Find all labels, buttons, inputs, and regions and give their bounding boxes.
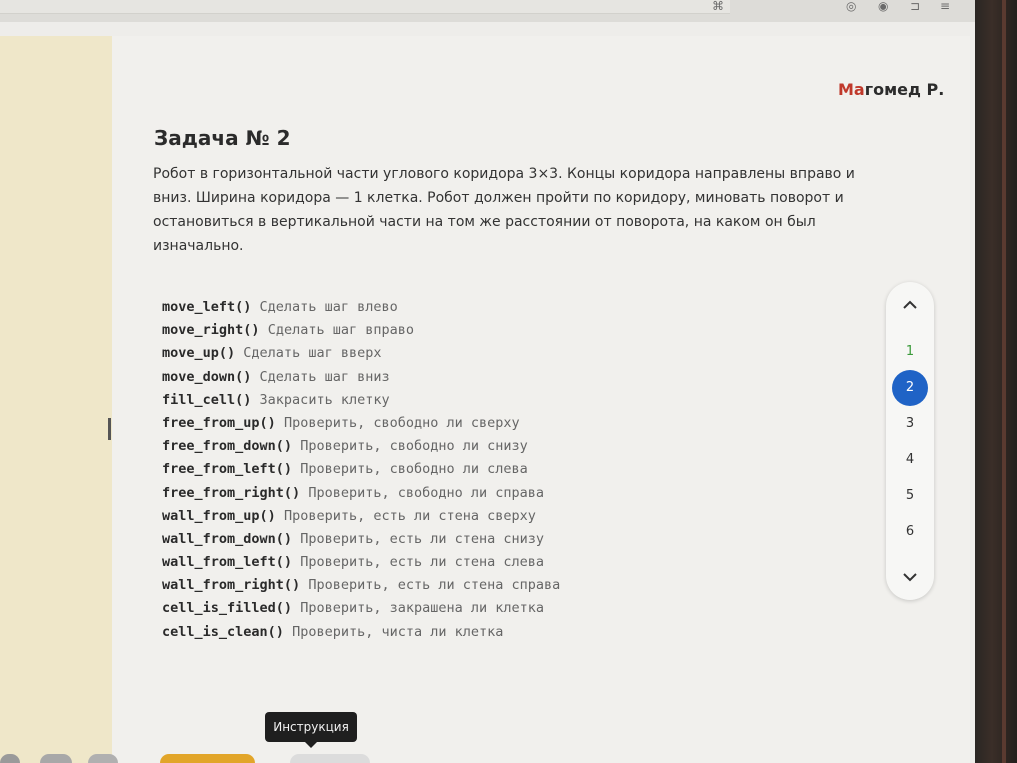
command-row: free_from_up() Проверить, свободно ли св… [162, 412, 560, 435]
bookmark-icon[interactable]: ⌘ [712, 0, 724, 12]
command-description: Проверить, чиста ли клетка [292, 623, 504, 640]
device-bezel [975, 0, 1017, 763]
command-list: move_left() Сделать шаг влево move_right(… [162, 296, 560, 644]
command-description: Проверить, свободно ли справа [308, 484, 545, 501]
command-row: free_from_left() Проверить, свободно ли … [162, 458, 560, 481]
command-description: Сделать шаг влево [259, 299, 398, 315]
command-name: free_from_down() [162, 438, 293, 455]
task-description: Робот в горизонтальной части углового ко… [153, 166, 855, 254]
command-row: move_up() Сделать шаг вверх [162, 342, 560, 365]
command-description: Сделать шаг вверх [243, 345, 382, 362]
command-row: move_left() Сделать шаг влево [162, 296, 560, 319]
command-description: Проверить, есть ли стена снизу [300, 530, 545, 547]
address-bar[interactable] [0, 0, 730, 14]
task-title: Задача № 2 [154, 126, 291, 150]
command-name: move_right() [162, 322, 260, 339]
command-name: wall_from_left() [162, 554, 293, 571]
command-description: Проверить, свободно ли снизу [300, 438, 528, 455]
user-name[interactable]: Магомед Р. [838, 80, 944, 99]
command-description: Проверить, есть ли стена справа [308, 577, 561, 594]
browser-toolbar: ⌘ ◎ ◉ ⊐ ≡ [0, 0, 975, 22]
command-name: cell_is_clean() [162, 623, 284, 640]
command-name: wall_from_down() [162, 530, 293, 547]
command-description: Проверить, свободно ли сверху [283, 414, 520, 431]
command-row: free_from_down() Проверить, свободно ли … [162, 435, 560, 458]
command-row: wall_from_up() Проверить, есть ли стена … [162, 505, 560, 528]
command-description: Проверить, есть ли стена сверху [283, 507, 536, 524]
command-name: move_down() [162, 368, 252, 385]
sidebar-icon[interactable]: ⊐ [910, 0, 920, 12]
command-description: Сделать шаг вниз [259, 368, 390, 385]
pager-item-6[interactable]: 6 [892, 514, 928, 550]
command-name: move_up() [162, 345, 236, 362]
run-button[interactable] [160, 754, 255, 763]
chevron-up-icon[interactable] [886, 290, 934, 320]
command-description: Проверить, закрашена ли клетка [300, 600, 545, 617]
command-row: cell_is_filled() Проверить, закрашена ли… [162, 597, 560, 620]
command-name: free_from_up() [162, 414, 276, 431]
command-name: free_from_left() [162, 461, 293, 478]
command-description: Сделать шаг вправо [267, 322, 414, 339]
command-row: free_from_right() Проверить, свободно ли… [162, 482, 560, 505]
command-row: fill_cell() Закрасить клетку [162, 389, 560, 412]
pager-item-5[interactable]: 5 [892, 478, 928, 514]
pager-item-4[interactable]: 4 [892, 442, 928, 478]
shield-icon[interactable]: ◎ [846, 0, 856, 12]
command-row: wall_from_down() Проверить, есть ли стен… [162, 528, 560, 551]
command-description: Проверить, есть ли стена слева [300, 554, 545, 571]
command-name: cell_is_filled() [162, 600, 293, 617]
panel-resize-handle[interactable] [108, 418, 111, 440]
command-row: cell_is_clean() Проверить, чиста ли клет… [162, 621, 560, 644]
pager-item-2[interactable]: 2 [892, 370, 928, 406]
screen: ⌘ ◎ ◉ ⊐ ≡ Магомед Р. Задача № 2 Робот в … [0, 0, 975, 763]
command-name: wall_from_up() [162, 507, 276, 524]
pager-item-1[interactable]: 1 [892, 334, 928, 370]
command-row: wall_from_left() Проверить, есть ли стен… [162, 551, 560, 574]
pager-item-3[interactable]: 3 [892, 406, 928, 442]
bottom-toolbar-edge [0, 754, 975, 763]
instruction-tooltip: Инструкция [265, 712, 357, 748]
command-description: Проверить, свободно ли слева [300, 461, 528, 478]
left-panel [0, 36, 112, 763]
command-description: Закрасить клетку [259, 391, 390, 408]
command-row: move_right() Сделать шаг вправо [162, 319, 560, 342]
command-row: move_down() Сделать шаг вниз [162, 366, 560, 389]
menu-icon[interactable]: ≡ [940, 0, 950, 12]
command-name: fill_cell() [162, 391, 252, 408]
instruction-button[interactable] [290, 754, 370, 763]
command-name: free_from_right() [162, 484, 301, 501]
command-name: wall_from_right() [162, 577, 301, 594]
task-pager: 123456 [886, 282, 934, 600]
chevron-down-icon[interactable] [886, 562, 934, 592]
device-bezel-edge [1002, 0, 1006, 763]
command-row: wall_from_right() Проверить, есть ли сте… [162, 574, 560, 597]
profile-icon[interactable]: ◉ [878, 0, 888, 12]
command-name: move_left() [162, 299, 252, 315]
